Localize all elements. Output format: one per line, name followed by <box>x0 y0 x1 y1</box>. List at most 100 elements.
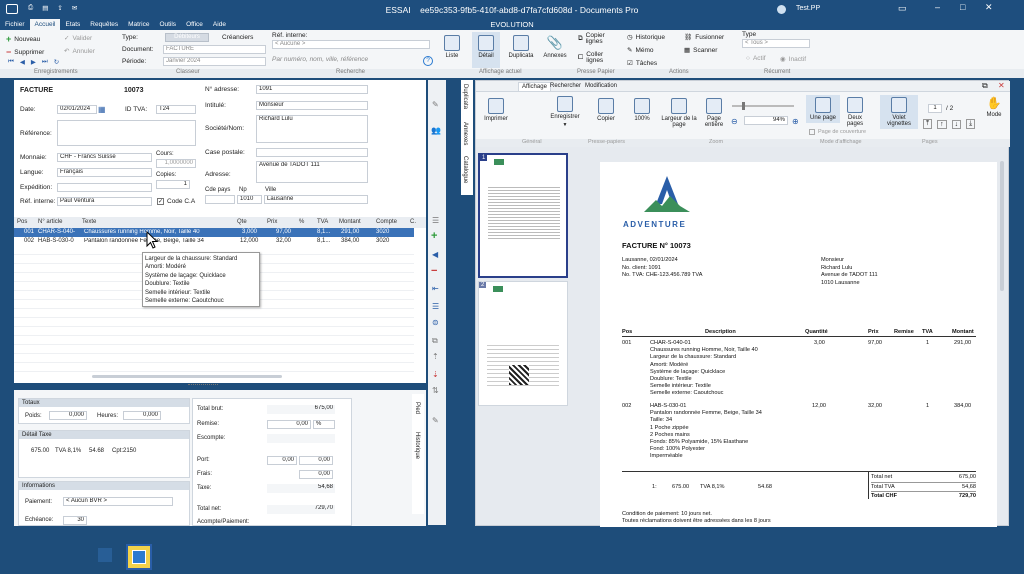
search-input[interactable]: Par numéro, nom, ville, référence <box>272 56 424 66</box>
tab-pied[interactable]: Pied <box>414 402 420 414</box>
first-record-icon[interactable]: ⏮ <box>8 58 14 66</box>
recurrent-type-select[interactable]: < Tous > <box>742 39 810 48</box>
weight-field[interactable]: 0,000 <box>49 411 87 420</box>
po-box-field[interactable] <box>256 148 368 157</box>
indent-icon[interactable]: ⇤ <box>432 284 439 293</box>
windows-start-icon[interactable] <box>98 548 112 562</box>
remove-line-icon[interactable]: − <box>431 265 437 277</box>
avatar[interactable] <box>777 5 786 14</box>
one-page-button[interactable]: Une page <box>806 95 840 123</box>
page-thumbnail[interactable]: 1 <box>478 153 568 278</box>
zip-field[interactable]: 1010 <box>237 195 262 204</box>
tab-modification[interactable]: Modification <box>585 83 617 89</box>
inactif-radio[interactable]: ◉ Inactif <box>780 55 806 64</box>
insert-line-icon[interactable]: ◀ <box>432 250 438 259</box>
idtva-select[interactable]: T24 <box>156 105 196 114</box>
zoom-out-icon[interactable]: ⊖ <box>731 117 738 126</box>
shipping-cost-vat-field[interactable]: 0,00 <box>299 456 333 465</box>
hours-field[interactable]: 0,000 <box>123 411 161 420</box>
discount-unit-select[interactable]: % <box>313 420 335 429</box>
city-field[interactable]: Lausanne <box>264 195 368 204</box>
language-select[interactable]: Français <box>57 168 152 177</box>
address-field[interactable]: Avenue de TADOT 111 <box>256 161 368 183</box>
menu-matrice[interactable]: Matrice <box>123 19 154 30</box>
reference-field[interactable] <box>57 120 196 146</box>
menu-aide[interactable]: Aide <box>208 19 231 30</box>
delete-button[interactable]: − Supprimer <box>6 47 44 57</box>
maximize-icon[interactable]: □ <box>960 2 965 12</box>
pen-icon[interactable]: ✎ <box>432 416 439 425</box>
menu-requetes[interactable]: Requêtes <box>85 19 123 30</box>
page-width-button[interactable]: Largeur de la page <box>660 98 698 128</box>
menu-etats[interactable]: Etats <box>60 19 85 30</box>
ribbon-toggle-icon[interactable]: ▭ <box>898 3 907 14</box>
type-debiteurs-toggle[interactable]: Débiteurs <box>165 33 209 42</box>
tab-historique[interactable]: Historique <box>414 432 420 459</box>
edit-icon[interactable]: ✎ <box>432 100 439 109</box>
actif-radio[interactable]: ○ Actif <box>746 55 766 62</box>
title-select[interactable]: Monsieur <box>256 101 368 110</box>
mode-button[interactable]: ✋ Mode <box>982 96 1006 118</box>
minimize-icon[interactable]: – <box>935 2 940 12</box>
col-amount[interactable]: Montant <box>339 219 361 225</box>
table-row[interactable]: 001 CHAR-S-040- Chaussures running Homme… <box>14 228 414 237</box>
whole-page-button[interactable]: Page entière <box>700 98 728 128</box>
tab-catalogue[interactable]: Catalogue <box>462 156 468 183</box>
validate-button[interactable]: ✓ Valider <box>64 34 92 43</box>
zoom-slider[interactable] <box>732 102 794 110</box>
zoom-field[interactable]: 94% <box>744 116 788 125</box>
document-select[interactable]: FACTURE <box>163 45 266 54</box>
copy-lines-button[interactable]: ⧉ Copier lignes <box>578 32 618 45</box>
next-page-icon[interactable]: ↓ <box>951 119 962 129</box>
table-row[interactable]: 002 HAB-S-030-0 Pantalon randonnée Femme… <box>14 237 414 246</box>
save-button[interactable]: Enregistrer ▼ <box>550 96 580 128</box>
page-number-field[interactable]: 1 <box>928 104 942 113</box>
detail-view-button[interactable]: Détail <box>472 32 500 68</box>
discount-field[interactable]: 0,00 <box>267 420 311 429</box>
address-number-field[interactable]: 1091 <box>256 85 368 94</box>
col-article[interactable]: N° article <box>38 219 62 225</box>
company-field[interactable]: Richard Lulu <box>256 115 368 143</box>
list-ordered-icon[interactable]: ☰ <box>432 302 439 311</box>
last-page-icon[interactable]: ⤓ <box>966 119 976 129</box>
print-button[interactable]: Imprimer <box>482 98 510 122</box>
two-pages-button[interactable]: Deux pages <box>841 97 869 127</box>
tab-duplicata[interactable]: Duplicata <box>462 84 468 109</box>
col-text[interactable]: Texte <box>82 219 96 225</box>
currency-select[interactable]: CHF - Francs Suisse <box>57 153 152 162</box>
splitter-handle[interactable] <box>188 384 218 387</box>
col-vat[interactable]: TVA <box>317 219 328 225</box>
menu-accueil[interactable]: Accueil <box>29 19 61 30</box>
cancel-button[interactable]: ↶ Annuler <box>64 47 95 56</box>
col-pos[interactable]: Pos <box>17 219 27 225</box>
prev-page-icon[interactable]: ↑ <box>937 119 947 129</box>
copy-button[interactable]: Copier <box>592 98 620 122</box>
people-icon[interactable]: 👥 <box>431 126 441 135</box>
help-icon[interactable]: ? <box>423 56 433 66</box>
scanner-button[interactable]: ▦ Scanner <box>684 46 717 55</box>
internal-ref-select[interactable]: Paul Ventura <box>57 197 152 206</box>
new-button[interactable]: + Nouveau <box>6 34 40 44</box>
move-down-icon[interactable]: ⇣ <box>432 370 439 379</box>
sort-icon[interactable]: ⇅ <box>432 386 439 395</box>
thumbnails-button[interactable]: Volet vignettes <box>880 95 918 129</box>
page-thumbnail[interactable]: 2 <box>478 281 568 406</box>
country-code-field[interactable] <box>205 195 235 204</box>
copy-line-icon[interactable]: ⧉ <box>432 336 438 346</box>
close-preview-icon[interactable]: ✕ <box>998 81 1005 90</box>
duplicata-button[interactable]: Duplicata <box>506 35 536 59</box>
refresh-icon[interactable]: ↻ <box>54 58 59 66</box>
annexes-button[interactable]: 📎 Annexes <box>541 35 569 59</box>
documents-pro-taskbar-icon[interactable] <box>126 544 152 570</box>
zoom-slider-thumb[interactable] <box>742 102 745 110</box>
merge-button[interactable]: ⛓ Fusionner <box>684 33 724 42</box>
zoom-in-icon[interactable]: ⊕ <box>792 117 799 126</box>
last-record-icon[interactable]: ⏭ <box>42 58 48 66</box>
menu-office[interactable]: Office <box>181 19 208 30</box>
cover-page-checkbox[interactable]: Page de couverture <box>809 129 866 135</box>
menu-fichier[interactable]: Fichier <box>0 19 30 30</box>
date-field[interactable]: 02/01/2024 <box>57 105 97 114</box>
shipping-select[interactable] <box>57 183 152 192</box>
col-price[interactable]: Prix <box>267 219 277 225</box>
col-account[interactable]: Compte <box>376 219 397 225</box>
